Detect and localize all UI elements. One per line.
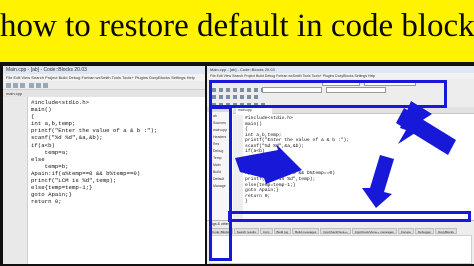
menu-bar[interactable]: File Edit View Search Project Build Debu…	[3, 74, 205, 81]
logs-highlight	[228, 211, 471, 222]
window-title: Main.cpp - [ab] - Code::Blocks 20.03	[3, 66, 205, 74]
log-tab[interactable]: Build log	[273, 228, 292, 234]
sidebar-highlight	[209, 106, 232, 261]
log-tab[interactable]: Cscope	[397, 228, 414, 234]
log-tab[interactable]: Cccc	[259, 228, 273, 234]
log-output[interactable]	[209, 235, 472, 264]
ide-window-before: Main.cpp - [ab] - Code::Blocks 20.03 Fil…	[3, 66, 205, 264]
log-tab-bar: Code::Blocks Search results Cccc Build log B…	[209, 228, 472, 234]
editor-tab-bar: main.cpp	[233, 107, 474, 114]
title-banner: how to restore default in code block	[0, 0, 474, 62]
build-icon[interactable]	[29, 83, 34, 88]
new-file-icon[interactable]	[6, 83, 11, 88]
code-editor[interactable]: #include<stdio.h> main() { int a,b,temp;…	[245, 116, 349, 205]
log-tab[interactable]: Debugger	[414, 228, 435, 234]
run-icon[interactable]	[36, 83, 41, 88]
editor-tab[interactable]: main.cpp	[236, 107, 272, 114]
save-icon[interactable]	[20, 83, 25, 88]
line-number-gutter	[3, 97, 28, 264]
open-file-icon[interactable]	[13, 83, 18, 88]
logs-panel: Logs & others Code::Blocks Search results…	[207, 220, 474, 264]
line-number-gutter	[233, 115, 243, 220]
toolbar-highlight	[209, 80, 447, 108]
editor-pane: main.cpp #include<stdio.h> main() { int …	[233, 107, 474, 220]
code-editor[interactable]: #include<stdio.h> main() { int a,b,temp;…	[31, 99, 157, 205]
log-tab[interactable]: Search results	[233, 228, 259, 234]
toolbar[interactable]	[3, 81, 205, 90]
banner-title: how to restore default in code block	[0, 8, 474, 44]
log-tab[interactable]: Build messages	[292, 228, 320, 234]
build-run-icon[interactable]	[43, 83, 48, 88]
window-title: Main.cpp - [ab] - Code::Blocks 20.03	[207, 66, 474, 73]
editor-tab[interactable]: main.cpp	[3, 90, 205, 97]
log-tab[interactable]: CppCheck/Vera++ messages	[351, 228, 397, 234]
log-tab[interactable]: DoxyBlocks	[435, 228, 457, 234]
log-tab[interactable]: CppCheck/Vera++	[320, 228, 351, 234]
